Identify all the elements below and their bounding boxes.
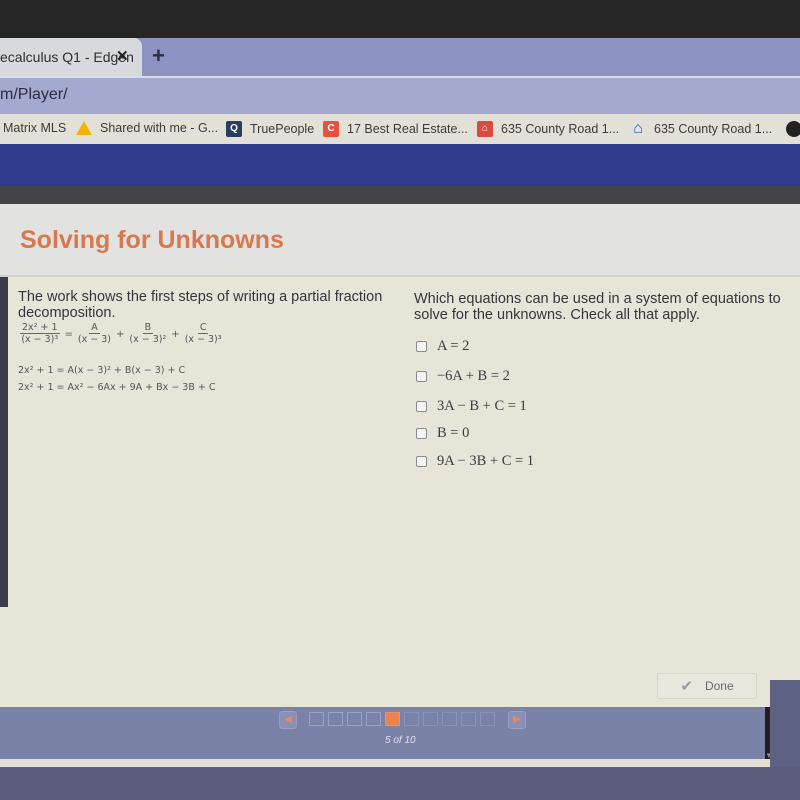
screen-bezel (0, 0, 800, 38)
house-icon: ⌂ (477, 121, 493, 137)
done-label: Done (704, 679, 734, 693)
zillow-icon: ⌂ (633, 120, 643, 137)
option-3[interactable]: 3A − B + C = 1 (416, 398, 527, 415)
arrow-left-icon[interactable]: ◀ (279, 711, 297, 729)
page-4[interactable] (366, 712, 381, 726)
equation-step-2: 2x² + 1 = Ax² − 6Ax + 9A + Bx − 3B + C (18, 382, 216, 393)
question-pager: ◀ ▶ 5 of 10 (0, 707, 765, 759)
check-icon: ✔ (680, 678, 693, 695)
option-label: B = 0 (437, 425, 470, 441)
page-9[interactable] (461, 712, 476, 726)
bookmark-label: 17 Best Real Estate... (347, 122, 468, 136)
page-count: 5 of 10 (385, 735, 416, 746)
term-numerator: A (89, 322, 100, 334)
new-tab-button[interactable]: + (152, 43, 165, 69)
bookmark-635-county-road-2[interactable]: ⌂ 635 County Road 1... (630, 121, 772, 137)
page-2[interactable] (328, 712, 343, 726)
bookmark-matrix-mls[interactable]: Matrix MLS (3, 121, 66, 135)
bookmark-label: TruePeople (250, 122, 315, 136)
checkbox[interactable] (416, 341, 427, 352)
equation-step-1: 2x² + 1 = A(x − 3)² + B(x − 3) + C (18, 365, 186, 376)
page-5-current[interactable] (385, 712, 400, 726)
term-denominator: (x − 3)³ (184, 334, 222, 345)
bookmark-label: Matrix MLS (3, 121, 67, 135)
option-label: −6A + B = 2 (437, 368, 510, 384)
page-8[interactable] (442, 712, 457, 726)
page-10[interactable] (480, 712, 495, 726)
term-numerator: B (142, 322, 154, 334)
term-a: A (x − 3) (78, 322, 111, 346)
app-nav-shadow (0, 186, 800, 204)
term-numerator: C (197, 322, 209, 334)
google-drive-icon (76, 121, 92, 135)
page-7[interactable] (423, 712, 438, 726)
bookmark-17-best-real-estate[interactable]: C 17 Best Real Estate... (323, 121, 468, 137)
checkbox[interactable] (416, 428, 427, 439)
screen-bezel-bottom (0, 767, 800, 800)
plus-sign: + (116, 328, 125, 340)
term-denominator: (x − 3)² (129, 334, 167, 345)
bookmark-label: 635 County Road 1... (654, 122, 773, 136)
lhs-denominator: (x − 3)³ (21, 334, 59, 345)
lhs-numerator: 2x² + 1 (20, 322, 60, 334)
bookmark-635-county-road-1[interactable]: ⌂ 635 County Road 1... (477, 121, 619, 137)
bookmark-label: 635 County Road 1... (501, 122, 620, 136)
checkbox[interactable] (416, 456, 427, 467)
equals-sign: = (64, 328, 73, 340)
term-b: B (x − 3)² (129, 322, 166, 346)
page-1[interactable] (309, 712, 324, 726)
browser-tab-strip: ecalculus Q1 - Edgen ✕ + (0, 38, 800, 76)
bookmark-shared-with-me[interactable]: Shared with me - G... (76, 121, 218, 135)
bookmark-overflow[interactable] (786, 121, 800, 137)
option-4[interactable]: B = 0 (416, 425, 469, 442)
c-logo-icon: C (323, 121, 339, 137)
horizontal-scrollbar[interactable] (0, 759, 775, 767)
globe-icon (786, 121, 800, 137)
term-denominator: (x − 3) (77, 334, 112, 345)
bookmark-truepeople[interactable]: Q TruePeople (226, 121, 314, 137)
option-label: 9A − 3B + C = 1 (437, 453, 535, 469)
option-2[interactable]: −6A + B = 2 (416, 368, 510, 385)
screen-edge (770, 680, 800, 770)
option-1[interactable]: A = 2 (416, 338, 469, 355)
option-5[interactable]: 9A − 3B + C = 1 (416, 453, 534, 470)
term-c: C (x − 3)³ (185, 322, 222, 346)
tab-title: ecalculus Q1 - Edgen (0, 49, 134, 65)
option-label: 3A − B + C = 1 (437, 398, 527, 414)
lesson-header: Solving for Unknowns (0, 204, 800, 277)
page-6[interactable] (404, 712, 419, 726)
done-button[interactable]: ✔ Done (657, 673, 757, 699)
page-3[interactable] (347, 712, 362, 726)
url-text: m/Player/ (0, 86, 68, 103)
browser-tab[interactable]: ecalculus Q1 - Edgen ✕ (0, 38, 142, 76)
bookmarks-bar: Matrix MLS Shared with me - G... Q TrueP… (0, 114, 800, 144)
partial-fraction-equation: 2x² + 1 (x − 3)³ = A (x − 3) + B (x − 3)… (18, 322, 224, 346)
option-label: A = 2 (437, 338, 470, 354)
checkbox[interactable] (416, 371, 427, 382)
address-bar[interactable]: m/Player/ (0, 76, 800, 114)
lesson-title: Solving for Unknowns (20, 226, 284, 254)
app-navigation-bar (0, 144, 800, 186)
left-edge (0, 277, 8, 607)
left-prompt: The work shows the first steps of writin… (18, 289, 383, 321)
search-icon: Q (226, 121, 242, 137)
right-prompt: Which equations can be used in a system … (414, 291, 781, 323)
bookmark-label: Shared with me - G... (100, 121, 219, 135)
arrow-right-icon[interactable]: ▶ (508, 711, 526, 729)
lhs-fraction: 2x² + 1 (x − 3)³ (20, 322, 60, 346)
close-icon[interactable]: ✕ (116, 47, 129, 65)
plus-sign: + (171, 328, 180, 340)
checkbox[interactable] (416, 401, 427, 412)
